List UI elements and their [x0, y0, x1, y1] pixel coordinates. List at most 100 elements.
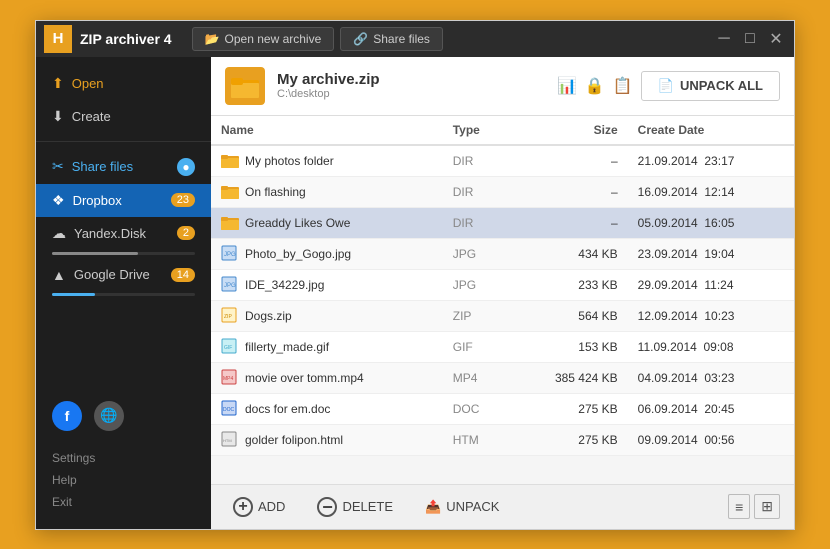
lock-icon[interactable]: 🔒 — [585, 76, 605, 96]
share-icon: 🔗 — [353, 32, 368, 46]
facebook-icon[interactable]: f — [52, 401, 82, 431]
archive-actions: 📊 🔒 📋 📄 UNPACK ALL — [557, 71, 780, 101]
help-link[interactable]: Help — [52, 469, 195, 491]
file-type-icon — [221, 183, 239, 201]
archive-info: My archive.zip C:\desktop — [277, 71, 380, 100]
cell-size: 564 KB — [510, 300, 628, 331]
open-archive-icon: 📂 — [205, 32, 220, 46]
open-icon: ⬆ — [52, 75, 64, 92]
cell-size: – — [510, 145, 628, 177]
file-type-icon: HTM — [221, 431, 239, 449]
table-row[interactable]: JPG Photo_by_Gogo.jpg JPG 434 KB 23.09.2… — [211, 238, 794, 269]
sidebar-item-create[interactable]: ⬇ Create — [36, 100, 211, 133]
sidebar-item-yandex[interactable]: ☁ Yandex.Disk 2 — [36, 217, 211, 250]
cell-date: 09.09.2014 00:56 — [628, 424, 794, 455]
window-controls: ─ □ ✕ — [714, 29, 786, 49]
table-row[interactable]: ZIP Dogs.zip ZIP 564 KB 12.09.2014 10:23 — [211, 300, 794, 331]
table-row[interactable]: On flashing DIR – 16.09.2014 12:14 — [211, 176, 794, 207]
archive-header: My archive.zip C:\desktop 📊 🔒 📋 📄 UNPACK… — [211, 57, 794, 116]
cell-date: 23.09.2014 19:04 — [628, 238, 794, 269]
table-row[interactable]: HTM golder folipon.html HTM 275 KB 09.09… — [211, 424, 794, 455]
table-row[interactable]: My photos folder DIR – 21.09.2014 23:17 — [211, 145, 794, 177]
cell-size: 275 KB — [510, 393, 628, 424]
minimize-button[interactable]: ─ — [714, 30, 734, 48]
sidebar-item-share[interactable]: ✂ Share files ● — [36, 150, 211, 184]
open-archive-button[interactable]: 📂 Open new archive — [192, 27, 335, 51]
cell-date: 06.09.2014 20:45 — [628, 393, 794, 424]
file-type-icon: ZIP — [221, 307, 239, 325]
cell-name: Greaddy Likes Owe — [211, 207, 443, 238]
table-header-row: Name Type Size Create Date — [211, 116, 794, 145]
cell-type: GIF — [443, 331, 510, 362]
sidebar-bottom: f 🌐 Settings Help Exit — [36, 385, 211, 529]
cell-date: 29.09.2014 11:24 — [628, 269, 794, 300]
col-name: Name — [211, 116, 443, 145]
cell-date: 21.09.2014 23:17 — [628, 145, 794, 177]
table-row[interactable]: MP4 movie over tomm.mp4 MP4 385 424 KB 0… — [211, 362, 794, 393]
cell-type: DIR — [443, 145, 510, 177]
sidebar-nav: ⬆ Open ⬇ Create ✂ Share files ● ❖ Dropbo… — [36, 57, 211, 310]
share-files-icon: ✂ — [52, 158, 64, 175]
delete-button[interactable]: − DELETE — [309, 493, 401, 521]
sidebar-item-open[interactable]: ⬆ Open — [36, 67, 211, 100]
cell-name: JPG Photo_by_Gogo.jpg — [211, 238, 443, 269]
svg-text:GIF: GIF — [224, 345, 232, 351]
close-button[interactable]: ✕ — [766, 29, 786, 49]
grid-view-button[interactable]: ⊞ — [754, 494, 780, 519]
title-bar: H ZIP archiver 4 📂 Open new archive 🔗 Sh… — [36, 21, 794, 57]
bar-chart-icon[interactable]: 📊 — [557, 76, 577, 96]
cell-date: 11.09.2014 09:08 — [628, 331, 794, 362]
create-icon: ⬇ — [52, 108, 64, 125]
cell-name: MP4 movie over tomm.mp4 — [211, 362, 443, 393]
unpack-button[interactable]: 📤 UNPACK — [417, 495, 507, 519]
list-view-button[interactable]: ≡ — [728, 494, 750, 519]
archive-folder-icon — [225, 67, 265, 105]
maximize-button[interactable]: □ — [740, 30, 760, 48]
file-type-icon: MP4 — [221, 369, 239, 387]
cell-size: 275 KB — [510, 424, 628, 455]
archive-name: My archive.zip — [277, 71, 380, 88]
cell-type: DIR — [443, 207, 510, 238]
cell-date: 16.09.2014 12:14 — [628, 176, 794, 207]
exit-link[interactable]: Exit — [52, 491, 195, 513]
yandex-icon: ☁ — [52, 225, 66, 242]
cell-name: GIF fillerty_made.gif — [211, 331, 443, 362]
file-table-wrapper[interactable]: Name Type Size Create Date My photos fol… — [211, 116, 794, 484]
google-badge: 14 — [171, 268, 195, 282]
table-row[interactable]: Greaddy Likes Owe DIR – 05.09.2014 16:05 — [211, 207, 794, 238]
svg-text:ZIP: ZIP — [224, 314, 232, 320]
table-row[interactable]: DOC docs for em.doc DOC 275 KB 06.09.201… — [211, 393, 794, 424]
cell-size: 233 KB — [510, 269, 628, 300]
globe-icon[interactable]: 🌐 — [94, 401, 124, 431]
google-icon: ▲ — [52, 267, 66, 283]
sidebar-item-dropbox[interactable]: ❖ Dropbox 23 — [36, 184, 211, 217]
add-button[interactable]: + ADD — [225, 493, 293, 521]
cell-size: 153 KB — [510, 331, 628, 362]
cell-date: 12.09.2014 10:23 — [628, 300, 794, 331]
file-type-icon: JPG — [221, 276, 239, 294]
main-layout: ⬆ Open ⬇ Create ✂ Share files ● ❖ Dropbo… — [36, 57, 794, 529]
unpack-all-button[interactable]: 📄 UNPACK ALL — [641, 71, 780, 101]
cell-date: 04.09.2014 03:23 — [628, 362, 794, 393]
cell-name: HTM golder folipon.html — [211, 424, 443, 455]
app-window: H ZIP archiver 4 📂 Open new archive 🔗 Sh… — [35, 20, 795, 530]
cell-name: On flashing — [211, 176, 443, 207]
file-table: Name Type Size Create Date My photos fol… — [211, 116, 794, 456]
delete-icon: − — [317, 497, 337, 517]
cell-name: ZIP Dogs.zip — [211, 300, 443, 331]
cell-name: My photos folder — [211, 145, 443, 177]
file-icon[interactable]: 📋 — [613, 76, 633, 96]
cell-type: JPG — [443, 269, 510, 300]
svg-text:MP4: MP4 — [223, 376, 234, 382]
cell-type: DOC — [443, 393, 510, 424]
table-row[interactable]: JPG IDE_34229.jpg JPG 233 KB 29.09.2014 … — [211, 269, 794, 300]
settings-link[interactable]: Settings — [52, 447, 195, 469]
col-type: Type — [443, 116, 510, 145]
share-files-button[interactable]: 🔗 Share files — [340, 27, 443, 51]
sidebar-item-google[interactable]: ▲ Google Drive 14 — [36, 259, 211, 291]
table-row[interactable]: GIF fillerty_made.gif GIF 153 KB 11.09.2… — [211, 331, 794, 362]
cell-size: 385 424 KB — [510, 362, 628, 393]
cell-date: 05.09.2014 16:05 — [628, 207, 794, 238]
svg-text:DOC: DOC — [223, 407, 235, 413]
file-type-icon: DOC — [221, 400, 239, 418]
